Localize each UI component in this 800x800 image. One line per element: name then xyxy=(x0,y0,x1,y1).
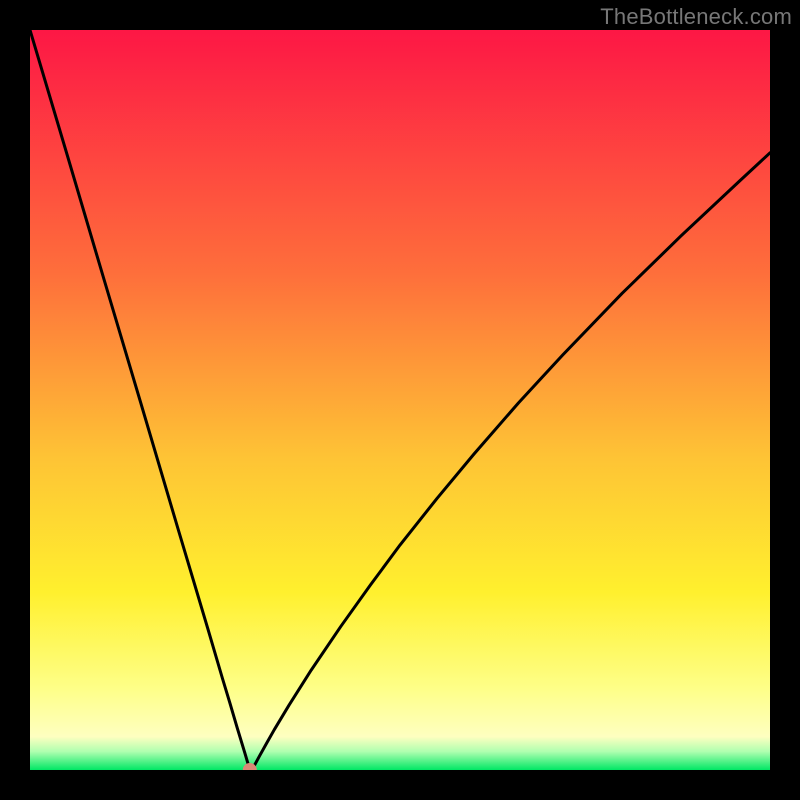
plot-area xyxy=(30,30,770,770)
watermark-text: TheBottleneck.com xyxy=(600,4,792,30)
chart-stage: TheBottleneck.com xyxy=(0,0,800,800)
plot-svg xyxy=(30,30,770,770)
